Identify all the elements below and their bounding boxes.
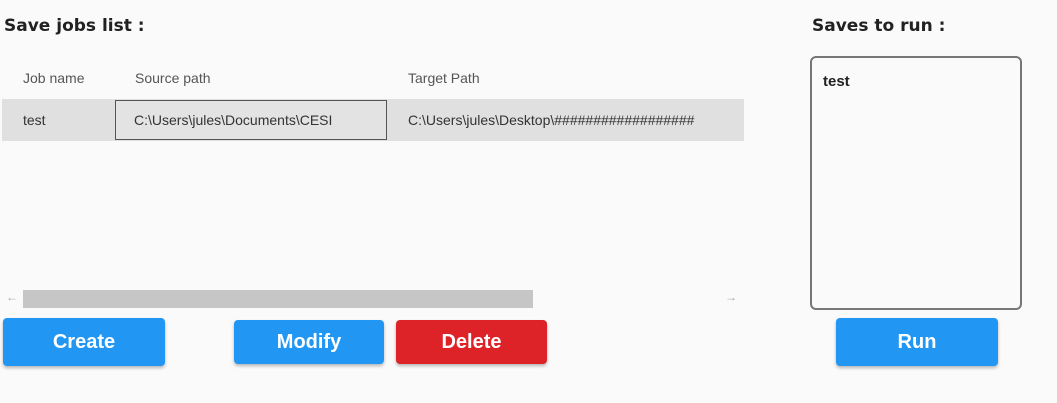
run-button[interactable]: Run [836,318,998,366]
scroll-left-arrow-icon[interactable]: ← [5,290,19,304]
column-header-target-path[interactable]: Target Path [408,70,480,86]
delete-button[interactable]: Delete [396,320,547,364]
save-jobs-window: Save jobs list : Job name Source path Ta… [0,0,1057,403]
cell-source-path-selected[interactable]: C:\Users\jules\Documents\CESI [115,100,387,140]
save-jobs-list-title: Save jobs list : [4,16,145,36]
table-row[interactable]: test C:\Users\jules\Documents\CESI C:\Us… [2,99,744,141]
column-header-job-name[interactable]: Job name [23,70,84,86]
cell-target-path[interactable]: C:\Users\jules\Desktop\#################… [408,99,744,141]
scroll-right-arrow-icon[interactable]: → [724,290,738,304]
jobs-grid[interactable]: Job name Source path Target Path test C:… [2,60,744,315]
cell-job-name[interactable]: test [23,99,113,141]
scrollbar-thumb[interactable] [23,290,533,308]
column-header-source-path[interactable]: Source path [135,70,211,86]
grid-header: Job name Source path Target Path [2,60,744,96]
modify-button[interactable]: Modify [234,320,384,364]
saves-to-run-list[interactable]: test [810,56,1022,310]
saves-to-run-title: Saves to run : [812,16,946,36]
horizontal-scrollbar[interactable]: ← → [2,288,744,310]
list-item[interactable]: test [823,73,850,90]
create-button[interactable]: Create [3,318,165,366]
